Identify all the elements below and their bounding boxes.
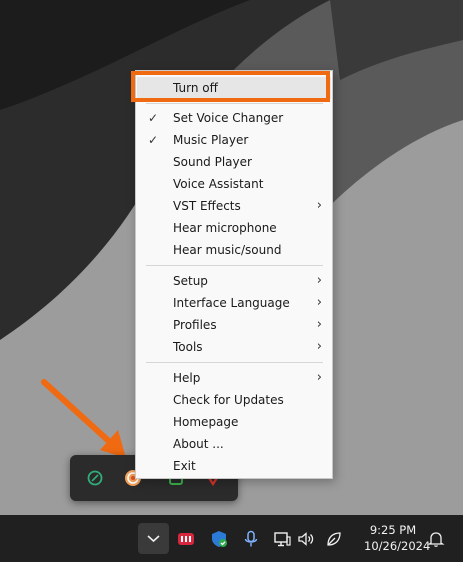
menu-item-label: Voice Assistant — [173, 177, 264, 191]
desktop: Turn off ✓ Set Voice Changer ✓ Music Pla… — [0, 0, 463, 515]
chevron-right-icon: › — [316, 295, 322, 310]
menu-item-label: Check for Updates — [173, 393, 284, 407]
menu-item-interface-language[interactable]: Interface Language › — [137, 292, 331, 314]
menu-item-label: Set Voice Changer — [173, 111, 284, 125]
clock-date: 10/26/2024 — [364, 539, 431, 553]
security-shield-icon[interactable] — [210, 530, 228, 548]
menu-item-profiles[interactable]: Profiles › — [137, 314, 331, 336]
taskbar: 9:25 PM 10/26/2024 — [0, 515, 463, 562]
menu-item-label: Profiles — [173, 318, 217, 332]
menu-item-music-player[interactable]: ✓ Music Player — [137, 129, 331, 151]
menu-item-label: VST Effects — [173, 199, 241, 213]
menu-item-tools[interactable]: Tools › — [137, 336, 331, 358]
menu-item-label: Exit — [173, 459, 196, 473]
microphone-icon[interactable] — [242, 530, 260, 548]
notification-bell-icon[interactable] — [427, 530, 445, 548]
menu-item-voice-assistant[interactable]: Voice Assistant — [137, 173, 331, 195]
menu-item-hear-microphone[interactable]: Hear microphone — [137, 217, 331, 239]
menu-item-label: Sound Player — [173, 155, 252, 169]
menu-item-setup[interactable]: Setup › — [137, 270, 331, 292]
menu-item-about[interactable]: About ... — [137, 433, 331, 455]
menu-item-label: Help — [173, 371, 201, 385]
menu-item-exit[interactable]: Exit — [137, 455, 331, 477]
menu-item-label: Hear music/sound — [173, 243, 282, 257]
chevron-right-icon: › — [316, 317, 322, 332]
menu-item-sound-player[interactable]: Sound Player — [137, 151, 331, 173]
menu-item-check-for-updates[interactable]: Check for Updates — [137, 389, 331, 411]
red-app-icon[interactable] — [177, 530, 195, 548]
menu-separator — [146, 362, 323, 363]
show-hidden-icons-button[interactable] — [138, 523, 169, 554]
network-icon[interactable] — [273, 530, 291, 548]
chevron-right-icon: › — [316, 198, 322, 213]
menu-item-homepage[interactable]: Homepage — [137, 411, 331, 433]
menu-item-set-voice-changer[interactable]: ✓ Set Voice Changer — [137, 107, 331, 129]
volume-icon[interactable] — [297, 530, 315, 548]
menu-item-label: About ... — [173, 437, 224, 451]
chevron-right-icon: › — [316, 273, 322, 288]
menu-item-label: Homepage — [173, 415, 239, 429]
chevron-right-icon: › — [316, 370, 322, 385]
menu-item-label: Setup — [173, 274, 208, 288]
menu-item-help[interactable]: Help › — [137, 367, 331, 389]
menu-item-label: Interface Language — [173, 296, 290, 310]
menu-item-label: Hear microphone — [173, 221, 277, 235]
menu-item-label: Music Player — [173, 133, 249, 147]
menu-item-hear-music-sound[interactable]: Hear music/sound — [137, 239, 331, 261]
menu-separator — [146, 265, 323, 266]
checkmark-icon: ✓ — [148, 133, 159, 147]
green-circle-icon[interactable] — [86, 469, 104, 487]
checkmark-icon: ✓ — [148, 111, 159, 125]
menu-item-turn-off[interactable]: Turn off — [137, 77, 331, 99]
chevron-up-icon — [147, 535, 160, 543]
menu-item-label: Tools — [173, 340, 203, 354]
context-menu: Turn off ✓ Set Voice Changer ✓ Music Pla… — [135, 70, 333, 479]
chevron-right-icon: › — [316, 339, 322, 354]
clock-time: 9:25 PM — [369, 523, 417, 537]
menu-item-label: Turn off — [173, 81, 218, 95]
menu-item-vst-effects[interactable]: VST Effects › — [137, 195, 331, 217]
system-clock[interactable]: 9:25 PM 10/26/2024 — [364, 522, 431, 554]
battery-saver-icon[interactable] — [325, 530, 343, 548]
menu-separator — [146, 103, 323, 104]
